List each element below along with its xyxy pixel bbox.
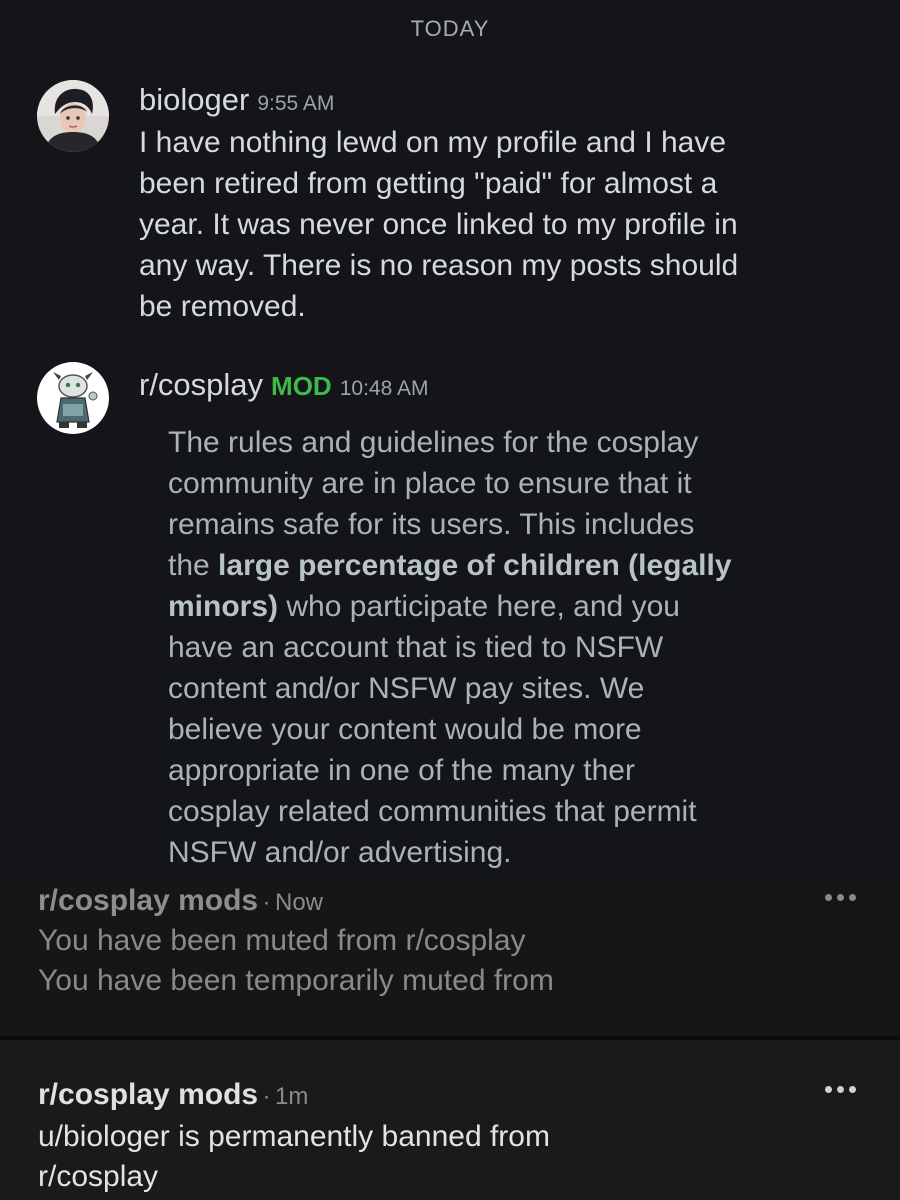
- notification-text: You have been muted from r/cosplay: [38, 924, 526, 957]
- notification-title: r/cosplay mods · Now: [38, 884, 323, 918]
- user-avatar[interactable]: [37, 80, 109, 152]
- message-line: cosplay related communities that permit: [168, 795, 697, 828]
- notification-title: r/cosplay mods · 1m: [38, 1078, 308, 1112]
- message-line: The rules and guidelines for the cosplay: [168, 426, 699, 459]
- username[interactable]: biologer: [139, 82, 249, 117]
- message-text: the: [168, 549, 219, 582]
- notification-text: You have been temporarily muted from: [38, 964, 554, 997]
- user-avatar-photo-icon: [37, 80, 109, 152]
- notification-sender: r/cosplay mods: [38, 884, 259, 917]
- message-time: 10:48 AM: [339, 377, 429, 400]
- message-text: who participate here, and you: [278, 590, 680, 623]
- notification-sender: r/cosplay mods: [38, 1078, 259, 1111]
- chat-thread: TODAY biologer 9:55 AM I have nothing lew…: [0, 0, 900, 880]
- message-line: community are in place to ensure that it: [168, 467, 692, 500]
- message-header: r/cosplay MOD 10:48 AM: [139, 367, 428, 403]
- message-line: believe your content would be more: [168, 713, 642, 746]
- separator-dot: ·: [262, 889, 271, 916]
- subreddit-name[interactable]: r/cosplay: [139, 367, 263, 402]
- more-options-icon[interactable]: [825, 894, 856, 901]
- message-line: content and/or NSFW pay sites. We: [168, 672, 645, 705]
- message-line: I have nothing lewd on my profile and I …: [139, 126, 727, 159]
- message-body: I have nothing lewd on my profile and I …: [139, 122, 738, 327]
- message-time: 9:55 AM: [257, 92, 335, 115]
- notification-text: r/cosplay: [38, 1160, 159, 1193]
- message-line: have an account that is tied to NSFW: [168, 631, 664, 664]
- subreddit-avatar[interactable]: [37, 362, 109, 434]
- mod-message-body: The rules and guidelines for the cosplay…: [168, 422, 732, 873]
- notification-item[interactable]: r/cosplay mods · 1m u/biologer is perman…: [0, 1040, 900, 1200]
- message-line: be removed.: [139, 290, 306, 323]
- message-header: biologer 9:55 AM: [139, 82, 334, 118]
- subreddit-snoo-avatar-icon: [37, 362, 109, 434]
- message-line: NSFW and/or advertising.: [168, 836, 512, 869]
- message-line: been retired from getting "paid" for alm…: [139, 167, 718, 200]
- notification-text: u/biologer is permanently banned from: [38, 1120, 550, 1153]
- message-line: year. It was never once linked to my pro…: [139, 208, 738, 241]
- notification-time: 1m: [274, 1083, 309, 1110]
- message-line: any way. There is no reason my posts sho…: [139, 249, 739, 282]
- notification-item[interactable]: r/cosplay mods · Now You have been muted…: [0, 880, 900, 1036]
- more-options-icon[interactable]: [825, 1086, 856, 1093]
- message-line: the large percentage of children (legall…: [168, 545, 732, 586]
- message-line: remains safe for its users. This include…: [168, 508, 695, 541]
- message-line: minors) who participate here, and you: [168, 586, 732, 627]
- bold-text: large percentage of children (legally: [218, 549, 732, 582]
- date-separator: TODAY: [410, 16, 490, 41]
- mod-badge: MOD: [271, 371, 332, 401]
- notification-time: Now: [274, 889, 323, 916]
- bold-text: minors): [168, 590, 279, 623]
- message-line: appropriate in one of the many ther: [168, 754, 635, 787]
- separator-dot: ·: [262, 1083, 271, 1110]
